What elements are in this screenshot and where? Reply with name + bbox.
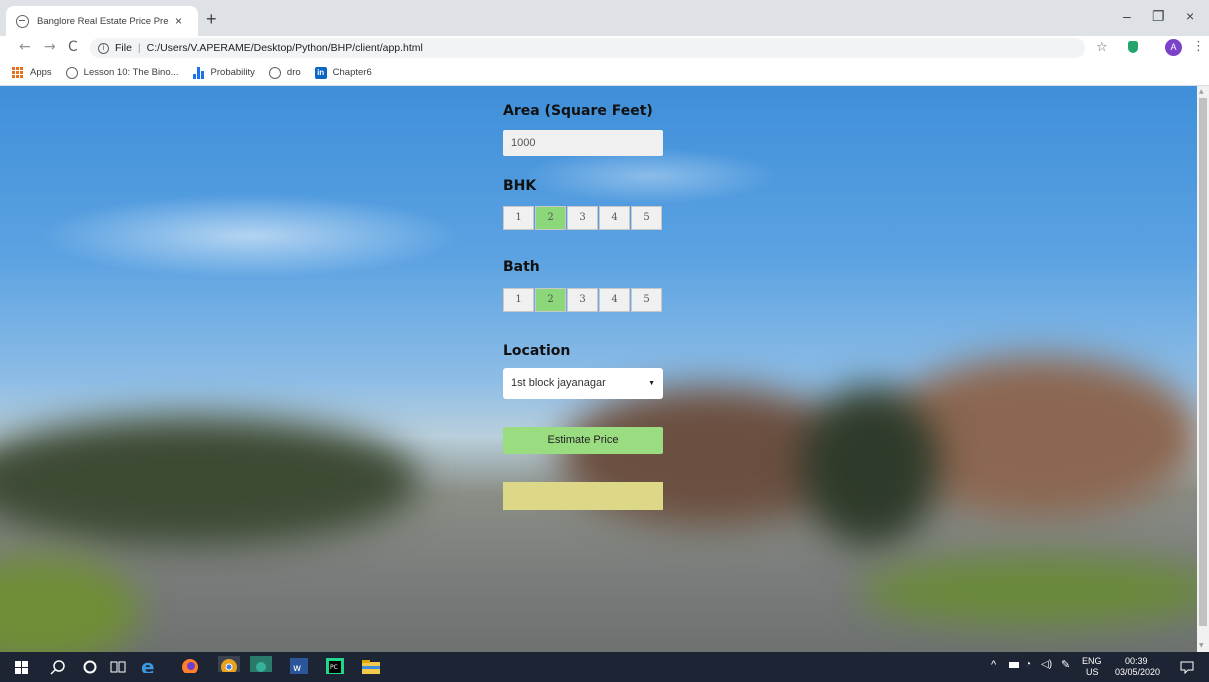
bhk-option-5[interactable]: 5 <box>631 206 662 230</box>
bookmark-chapter6[interactable]: in Chapter6 <box>314 66 372 79</box>
bath-option-4[interactable]: 4 <box>599 288 630 312</box>
bookmark-dro[interactable]: dro <box>268 66 301 79</box>
firefox-icon[interactable] <box>180 657 200 673</box>
edge-icon[interactable]: e <box>139 657 159 673</box>
bookmark-star-icon[interactable]: ☆ <box>1096 40 1108 55</box>
notifications-icon[interactable] <box>1180 661 1194 674</box>
bookmark-label: Chapter6 <box>332 67 372 78</box>
background-grass <box>860 556 1197 626</box>
bookmark-label: Probability <box>210 67 255 78</box>
clock-time[interactable]: 00:39 <box>1125 656 1148 666</box>
bookmarks-bar: Apps Lesson 10: The Bino... Probability … <box>0 60 1209 86</box>
scrollbar[interactable]: ▲ ▼ <box>1197 86 1209 652</box>
bookmark-label: Apps <box>30 67 52 78</box>
task-view-icon[interactable] <box>110 659 126 675</box>
location-select[interactable]: 1st block jayanagar ▼ <box>503 368 663 399</box>
bhk-option-3[interactable]: 3 <box>567 206 598 230</box>
extension-shield-icon[interactable] <box>1128 41 1138 53</box>
active-tab[interactable]: Banglore Real Estate Price Predic × <box>6 6 198 36</box>
bhk-options: 1 2 3 4 5 <box>503 206 663 230</box>
bhk-label: BHK <box>503 178 537 194</box>
scroll-down-icon[interactable]: ▼ <box>1199 642 1204 649</box>
bath-option-1[interactable]: 1 <box>503 288 534 312</box>
close-window-button[interactable]: × <box>1186 8 1194 24</box>
maximize-button[interactable]: ❐ <box>1152 8 1165 25</box>
background-trees <box>0 416 420 546</box>
area-input[interactable] <box>503 130 663 156</box>
globe-icon <box>65 66 78 79</box>
background-grass <box>0 556 140 652</box>
bookmark-lesson[interactable]: Lesson 10: The Bino... <box>65 66 179 79</box>
url-scheme-label: File <box>115 42 132 54</box>
cortana-icon[interactable] <box>82 659 98 675</box>
bhk-option-2[interactable]: 2 <box>535 206 566 230</box>
chevron-up-icon[interactable]: ^ <box>991 659 996 671</box>
bhk-option-1[interactable]: 1 <box>503 206 534 230</box>
app-icon[interactable] <box>250 656 272 672</box>
tab-title: Banglore Real Estate Price Predic <box>37 15 169 27</box>
word-icon[interactable]: w <box>290 658 308 674</box>
bar-chart-icon <box>192 66 205 79</box>
search-icon[interactable] <box>50 659 66 675</box>
bhk-option-4[interactable]: 4 <box>599 206 630 230</box>
url-text: C:/Users/V.APERAME/Desktop/Python/BHP/cl… <box>146 42 423 54</box>
globe-icon <box>268 66 281 79</box>
volume-icon[interactable]: ◁) <box>1041 659 1052 670</box>
apps-grid-icon <box>12 66 24 79</box>
dropdown-arrow-icon: ▼ <box>648 380 655 387</box>
toolbar: ← → C i File | C:/Users/V.APERAME/Deskto… <box>0 36 1209 60</box>
reload-button[interactable]: C <box>68 39 78 55</box>
clock-date[interactable]: 03/05/2020 <box>1115 667 1160 677</box>
bookmark-label: Lesson 10: The Bino... <box>83 67 179 78</box>
svg-text:PC: PC <box>330 664 338 671</box>
back-button[interactable]: ← <box>19 39 31 55</box>
background-tree <box>800 386 940 546</box>
estimate-price-button[interactable]: Estimate Price <box>503 427 663 454</box>
profile-avatar[interactable]: A <box>1165 39 1182 56</box>
scrollbar-thumb[interactable] <box>1199 98 1207 626</box>
bookmark-probability[interactable]: Probability <box>192 66 255 79</box>
bookmark-label: dro <box>286 67 301 78</box>
location-selected-value: 1st block jayanagar <box>511 377 606 389</box>
location-label: Location <box>503 343 571 359</box>
bath-label: Bath <box>503 259 540 275</box>
taskbar: e w PC ^ ◔ ◁) ✎ ENG US 00:39 03/05/2020 <box>0 652 1209 682</box>
tab-close-button[interactable]: × <box>175 14 182 28</box>
pen-icon[interactable]: ✎ <box>1061 658 1070 671</box>
language-indicator[interactable]: ENG <box>1082 656 1102 666</box>
svg-text:w: w <box>293 663 301 674</box>
new-tab-button[interactable]: + <box>206 10 217 28</box>
minimize-button[interactable]: – <box>1123 8 1131 24</box>
network-icon[interactable]: ◔ <box>1025 659 1031 670</box>
file-explorer-icon[interactable] <box>362 659 380 675</box>
bath-options: 1 2 3 4 5 <box>503 288 663 312</box>
region-indicator[interactable]: US <box>1086 667 1099 677</box>
address-bar[interactable]: i File | C:/Users/V.APERAME/Desktop/Pyth… <box>90 38 1085 58</box>
result-box <box>503 482 663 510</box>
pycharm-icon[interactable]: PC <box>326 658 344 674</box>
menu-icon[interactable]: ⋮ <box>1192 39 1205 54</box>
forward-button[interactable]: → <box>44 39 56 55</box>
scroll-up-icon[interactable]: ▲ <box>1199 88 1204 95</box>
windows-start-icon[interactable] <box>15 661 28 677</box>
bookmark-apps[interactable]: Apps <box>12 66 52 79</box>
bath-option-5[interactable]: 5 <box>631 288 662 312</box>
globe-icon <box>16 14 29 28</box>
chrome-icon[interactable] <box>218 656 240 672</box>
tab-strip: Banglore Real Estate Price Predic × + – … <box>0 0 1209 36</box>
svg-text:e: e <box>141 657 155 673</box>
area-label: Area (Square Feet) <box>503 103 653 119</box>
bath-option-3[interactable]: 3 <box>567 288 598 312</box>
bath-option-2[interactable]: 2 <box>535 288 566 312</box>
battery-icon[interactable] <box>1009 662 1019 668</box>
info-icon[interactable]: i <box>98 42 109 54</box>
linkedin-icon: in <box>314 66 327 79</box>
